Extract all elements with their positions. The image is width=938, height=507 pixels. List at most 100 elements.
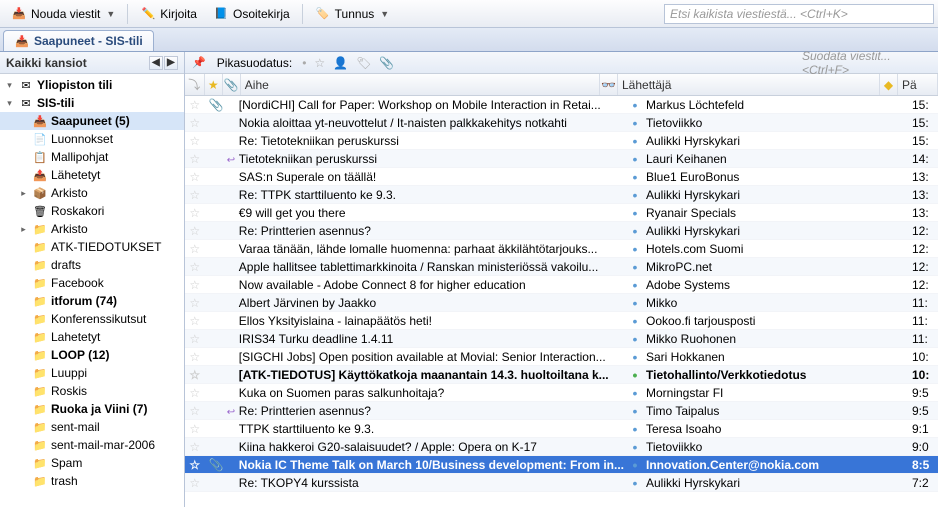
message-row[interactable]: ☆📎[NordiCHI] Call for Paper: Workshop on… (185, 96, 938, 114)
folder-label: Saapuneet (5) (51, 114, 130, 128)
message-row[interactable]: ☆Re: TKOPY4 kurssista•Aulikki Hyrskykari… (185, 474, 938, 492)
folder-sent-mail-mar-2006[interactable]: 📁sent-mail-mar-2006 (0, 436, 184, 454)
star-icon[interactable]: ☆ (185, 422, 205, 436)
folder-roskakori[interactable]: 🗑Roskakori (0, 202, 184, 220)
star-icon[interactable]: ☆ (185, 332, 205, 346)
col-read[interactable]: 👓 (600, 74, 618, 95)
tab-inbox[interactable]: 📥 Saapuneet - SIS-tili (3, 30, 154, 51)
col-flag[interactable]: ◆ (880, 74, 898, 95)
message-row[interactable]: ☆Now available - Adobe Connect 8 for hig… (185, 276, 938, 294)
star-icon[interactable]: ☆ (185, 476, 205, 490)
message-row[interactable]: ☆Re: TTPK starttiluento ke 9.3.•Aulikki … (185, 186, 938, 204)
message-row[interactable]: ☆Re: Tietotekniikan peruskurssi•Aulikki … (185, 132, 938, 150)
col-thread[interactable]: ⤵ (185, 74, 205, 95)
message-row[interactable]: ☆Varaa tänään, lähde lomalle huomenna: p… (185, 240, 938, 258)
star-icon[interactable]: ☆ (185, 386, 205, 400)
star-icon[interactable]: ☆ (185, 116, 205, 130)
folder-ruoka-ja-viini-7-[interactable]: 📁Ruoka ja Viini (7) (0, 400, 184, 418)
folder-yliopiston-tili[interactable]: ▾✉Yliopiston tili (0, 76, 184, 94)
star-icon[interactable]: ☆ (185, 260, 205, 274)
address-book-button[interactable]: 📘 Osoitekirja (206, 3, 297, 25)
folder-roskis[interactable]: 📁Roskis (0, 382, 184, 400)
star-icon[interactable]: ☆ (185, 440, 205, 454)
message-row[interactable]: ☆Nokia aloittaa yt-neuvottelut / It-nais… (185, 114, 938, 132)
folder-label: Ruoka ja Viini (7) (51, 402, 147, 416)
message-row[interactable]: ☆Ellos Yksityislaina - lainapäätös heti!… (185, 312, 938, 330)
folder-lahetetyt[interactable]: 📁Lahetetyt (0, 328, 184, 346)
message-row[interactable]: ☆[ATK-TIEDOTUS] Käyttökatkoja maanantain… (185, 366, 938, 384)
message-row[interactable]: ☆Kuka on Suomen paras salkunhoitaja?•Mor… (185, 384, 938, 402)
pin-icon[interactable]: 📌 (191, 56, 207, 70)
folder-konferenssikutsut[interactable]: 📁Konferenssikutsut (0, 310, 184, 328)
folder-drafts[interactable]: 📁drafts (0, 256, 184, 274)
star-icon[interactable]: ☆ (185, 404, 205, 418)
next-arrow-button[interactable]: ▶ (164, 56, 178, 70)
message-row[interactable]: ☆€9 will get you there•Ryanair Specials1… (185, 204, 938, 222)
folder-arkisto[interactable]: ▸📁Arkisto (0, 220, 184, 238)
message-sender: MikroPC.net (642, 260, 892, 274)
folder-trash[interactable]: 📁trash (0, 472, 184, 490)
global-search-input[interactable]: Etsi kaikista viestiestä... <Ctrl+K> (664, 4, 934, 24)
message-row[interactable]: ☆Apple hallitsee tablettimarkkinoita / R… (185, 258, 938, 276)
filter-input[interactable]: Suodata viestit... <Ctrl+F> (802, 49, 932, 77)
tag-button[interactable]: 🏷️ Tunnus ▼ (308, 3, 397, 25)
star-icon[interactable]: ☆ (185, 458, 205, 472)
col-time[interactable]: Pä (898, 74, 938, 95)
star-icon[interactable]: ☆ (185, 98, 205, 112)
folder-luuppi[interactable]: 📁Luuppi (0, 364, 184, 382)
folder-mallipohjat[interactable]: 📋Mallipohjat (0, 148, 184, 166)
message-subject: Re: Printterien asennus? (223, 224, 628, 238)
quick-filter-bar: 📌 Pikasuodatus: • ☆ 👤 🏷 📎 Suodata viesti… (185, 52, 938, 74)
star-icon[interactable]: ☆ (185, 134, 205, 148)
attachment-filter-icon[interactable]: 📎 (379, 56, 394, 70)
folder-sent-mail[interactable]: 📁sent-mail (0, 418, 184, 436)
message-row[interactable]: ☆↩Re: Printterien asennus?•Timo Taipalus… (185, 402, 938, 420)
star-icon[interactable]: ☆ (185, 206, 205, 220)
contact-filter-icon[interactable]: 👤 (333, 56, 348, 70)
folder-itforum-74-[interactable]: 📁itforum (74) (0, 292, 184, 310)
folder-luonnokset[interactable]: 📄Luonnokset (0, 130, 184, 148)
star-icon[interactable]: ☆ (185, 224, 205, 238)
folder-sis-tili[interactable]: ▾✉SIS-tili (0, 94, 184, 112)
write-button[interactable]: ✏️ Kirjoita (133, 3, 204, 25)
message-row[interactable]: ☆Re: Printterien asennus?•Aulikki Hyrsky… (185, 222, 938, 240)
message-row[interactable]: ☆TTPK starttiluento ke 9.3.•Teresa Isoah… (185, 420, 938, 438)
folder-arkisto[interactable]: ▸📦Arkisto (0, 184, 184, 202)
prev-arrow-button[interactable]: ◀ (149, 56, 163, 70)
star-icon[interactable]: ☆ (185, 188, 205, 202)
star-icon[interactable]: ☆ (185, 296, 205, 310)
folder-spam[interactable]: 📁Spam (0, 454, 184, 472)
col-subject[interactable]: Aihe (241, 74, 600, 95)
message-row[interactable]: ☆SAS:n Superale on täällä!•Blue1 EuroBon… (185, 168, 938, 186)
message-time: 7:2 (908, 476, 938, 490)
col-sender[interactable]: Lähettäjä (618, 74, 880, 95)
star-icon[interactable]: ☆ (185, 152, 205, 166)
col-attachment[interactable]: 📎 (223, 74, 241, 95)
sidebar-header[interactable]: Kaikki kansiot ◀ ▶ (0, 52, 184, 74)
star-icon[interactable]: ☆ (185, 170, 205, 184)
folder-atk-tiedotukset[interactable]: 📁ATK-TIEDOTUKSET (0, 238, 184, 256)
col-star[interactable]: ★ (205, 74, 223, 95)
message-row[interactable]: ☆[SIGCHI Jobs] Open position available a… (185, 348, 938, 366)
message-subject: €9 will get you there (223, 206, 628, 220)
tag-filter-icon[interactable]: 🏷 (356, 56, 371, 70)
dot-icon[interactable]: • (302, 56, 306, 70)
star-filter-icon[interactable]: ☆ (314, 56, 325, 70)
folder-loop-12-[interactable]: 📁LOOP (12) (0, 346, 184, 364)
folder-facebook[interactable]: 📁Facebook (0, 274, 184, 292)
get-messages-button[interactable]: 📥 Nouda viestit ▼ (4, 3, 122, 25)
message-row[interactable]: ☆IRIS34 Turku deadline 1.4.11•Mikko Ruoh… (185, 330, 938, 348)
star-icon[interactable]: ☆ (185, 368, 205, 382)
message-row[interactable]: ☆Albert Järvinen by Jaakko•Mikko11: (185, 294, 938, 312)
folder-l-hetetyt[interactable]: 📤Lähetetyt (0, 166, 184, 184)
message-row[interactable]: ☆📎Nokia IC Theme Talk on March 10/Busine… (185, 456, 938, 474)
star-icon[interactable]: ☆ (185, 350, 205, 364)
star-icon[interactable]: ☆ (185, 314, 205, 328)
message-time: 9:5 (908, 386, 938, 400)
folder-saapuneet-5-[interactable]: 📥Saapuneet (5) (0, 112, 184, 130)
message-row[interactable]: ☆Kiina hakkeroi G20-salaisuudet? / Apple… (185, 438, 938, 456)
star-icon[interactable]: ☆ (185, 242, 205, 256)
message-row[interactable]: ☆↩Tietotekniikan peruskurssi•Lauri Keiha… (185, 150, 938, 168)
star-icon[interactable]: ☆ (185, 278, 205, 292)
status-dot-icon: • (628, 403, 642, 419)
